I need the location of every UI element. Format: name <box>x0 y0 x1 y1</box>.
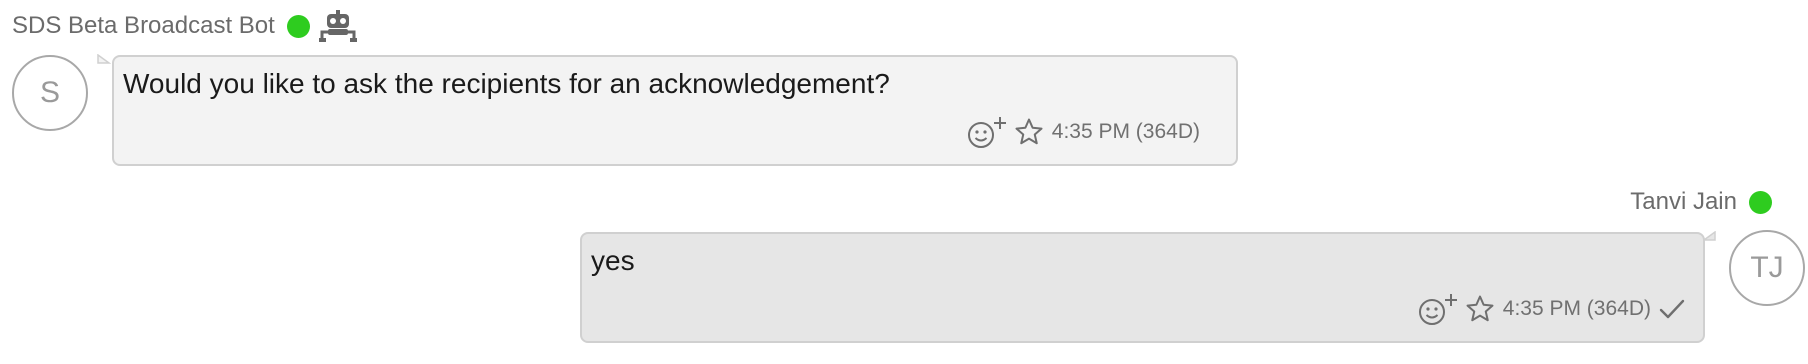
avatar[interactable]: TJ <box>1729 230 1805 306</box>
online-status-icon <box>286 14 310 38</box>
timestamp: 4:35 PM (364D) <box>1051 120 1200 143</box>
avatar[interactable]: S <box>12 55 88 131</box>
message-header: Tanvi Jain <box>1630 188 1772 216</box>
timestamp: 4:35 PM (364D) <box>1502 297 1651 320</box>
sender-name[interactable]: SDS Beta Broadcast Bot <box>12 12 275 40</box>
message-text: Would you like to ask the recipients for… <box>123 68 890 99</box>
add-reaction-icon[interactable] <box>966 115 1008 149</box>
online-status-icon <box>1749 190 1772 214</box>
bot-icon <box>318 10 357 42</box>
message-meta: 4:35 PM (364D) <box>966 115 1200 149</box>
star-icon[interactable] <box>1014 117 1044 147</box>
message-text: yes <box>591 245 635 276</box>
message-bubble[interactable]: Would you like to ask the recipients for… <box>112 55 1238 166</box>
avatar-initials: S <box>39 76 60 109</box>
message-header: SDS Beta Broadcast Bot <box>12 10 357 42</box>
check-icon <box>1659 298 1685 320</box>
message-bubble[interactable]: yes 4:35 PM (364D) <box>580 232 1705 343</box>
star-icon[interactable] <box>1465 294 1495 324</box>
bubble-tail <box>97 54 111 64</box>
sender-name[interactable]: Tanvi Jain <box>1630 188 1737 216</box>
message-meta: 4:35 PM (364D) <box>1417 292 1685 326</box>
avatar-initials: TJ <box>1750 251 1784 284</box>
add-reaction-icon[interactable] <box>1417 292 1459 326</box>
